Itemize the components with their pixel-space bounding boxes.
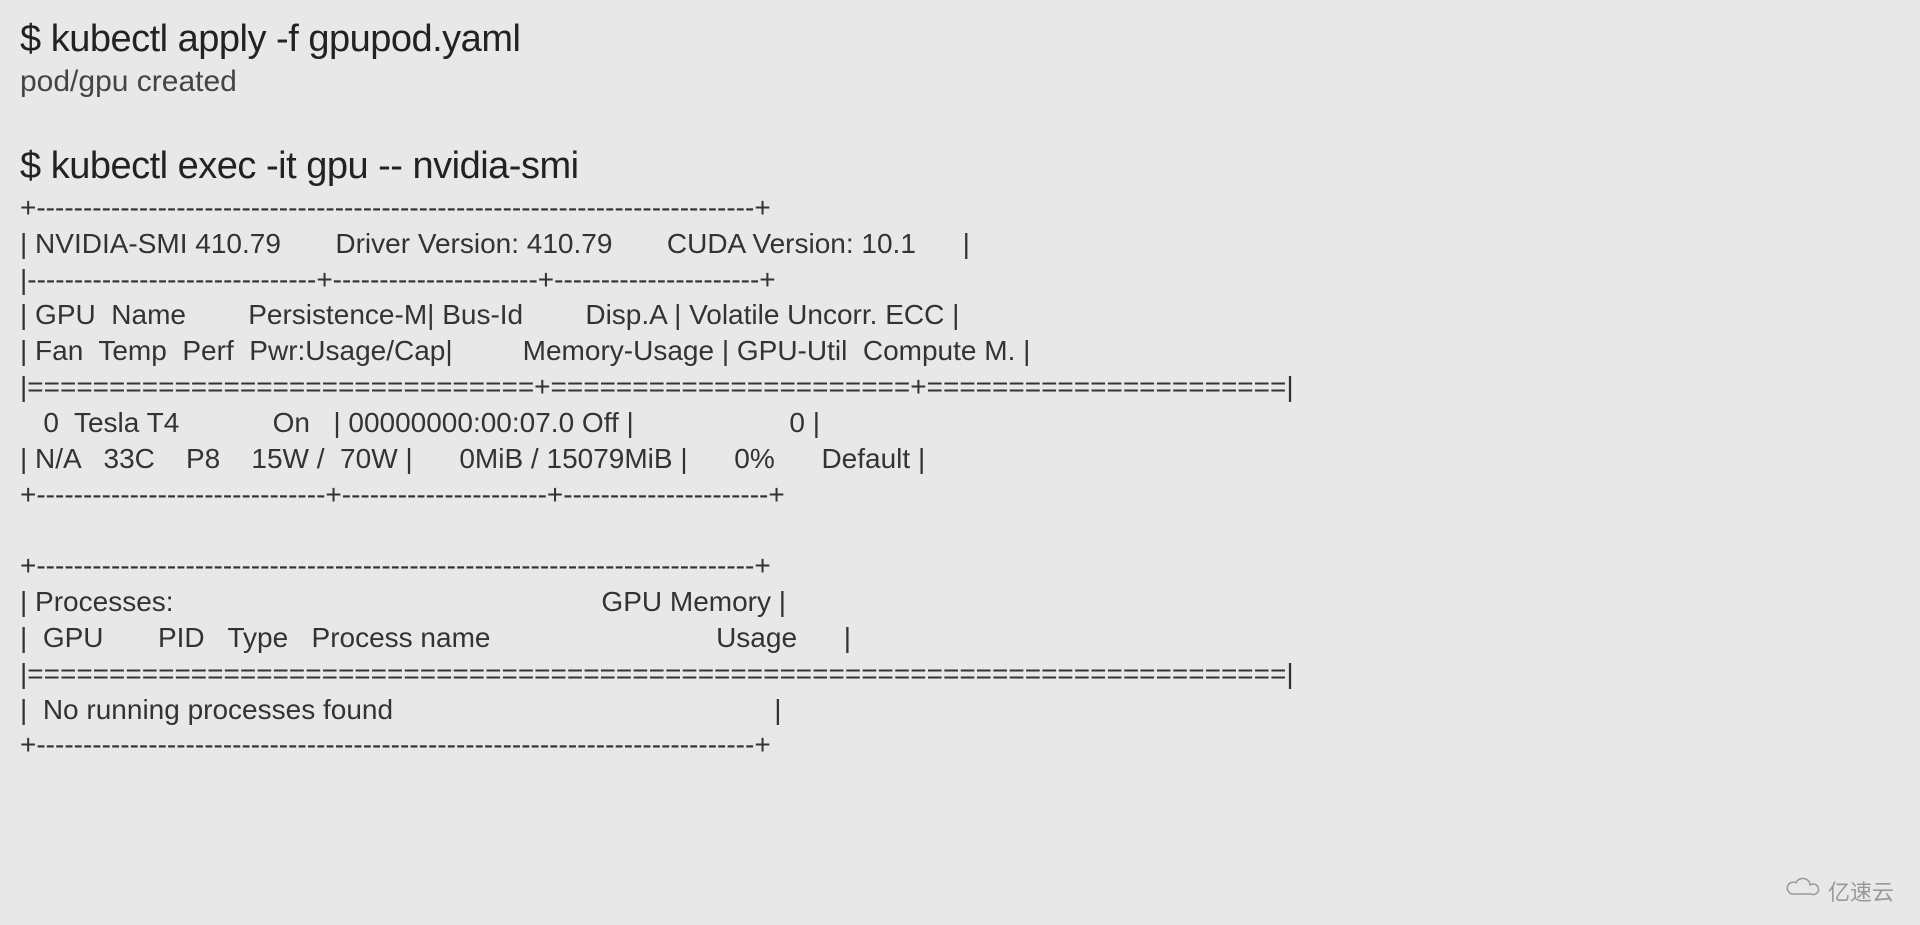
smi-proc-border-bot: +---------------------------------------…: [20, 729, 771, 760]
smi-proc-cols: | GPU PID Type Process name Usage |: [20, 622, 851, 653]
command-exec-nvidia-smi: $ kubectl exec -it gpu -- nvidia-smi: [20, 145, 1900, 188]
smi-proc-header: | Processes: GPU Memory |: [20, 586, 786, 617]
command-apply: $ kubectl apply -f gpupod.yaml: [20, 18, 1900, 61]
smi-proc-none: | No running processes found |: [20, 694, 782, 725]
smi-header-versions: | NVIDIA-SMI 410.79 Driver Version: 410.…: [20, 228, 970, 259]
smi-proc-divider: |=======================================…: [20, 658, 1294, 689]
smi-gpu-row-2: | N/A 33C P8 15W / 70W | 0MiB / 15079MiB…: [20, 443, 925, 474]
smi-col-head-divider: |===============================+=======…: [20, 371, 1294, 402]
smi-border-top: +---------------------------------------…: [20, 192, 771, 223]
watermark: 亿速云: [1784, 875, 1894, 907]
smi-proc-border-top: +---------------------------------------…: [20, 550, 771, 581]
watermark-text: 亿速云: [1828, 875, 1894, 907]
nvidia-smi-output: +---------------------------------------…: [20, 190, 1900, 763]
smi-header-divider: |-------------------------------+-------…: [20, 264, 776, 295]
response-pod-created: pod/gpu created: [20, 65, 1900, 99]
smi-border-mid: +-------------------------------+-------…: [20, 479, 785, 510]
smi-gpu-row-1: 0 Tesla T4 On | 00000000:00:07.0 Off | 0…: [20, 407, 820, 438]
cloud-icon: [1784, 877, 1820, 905]
smi-col-head-1: | GPU Name Persistence-M| Bus-Id Disp.A …: [20, 299, 959, 330]
smi-col-head-2: | Fan Temp Perf Pwr:Usage/Cap| Memory-Us…: [20, 335, 1030, 366]
